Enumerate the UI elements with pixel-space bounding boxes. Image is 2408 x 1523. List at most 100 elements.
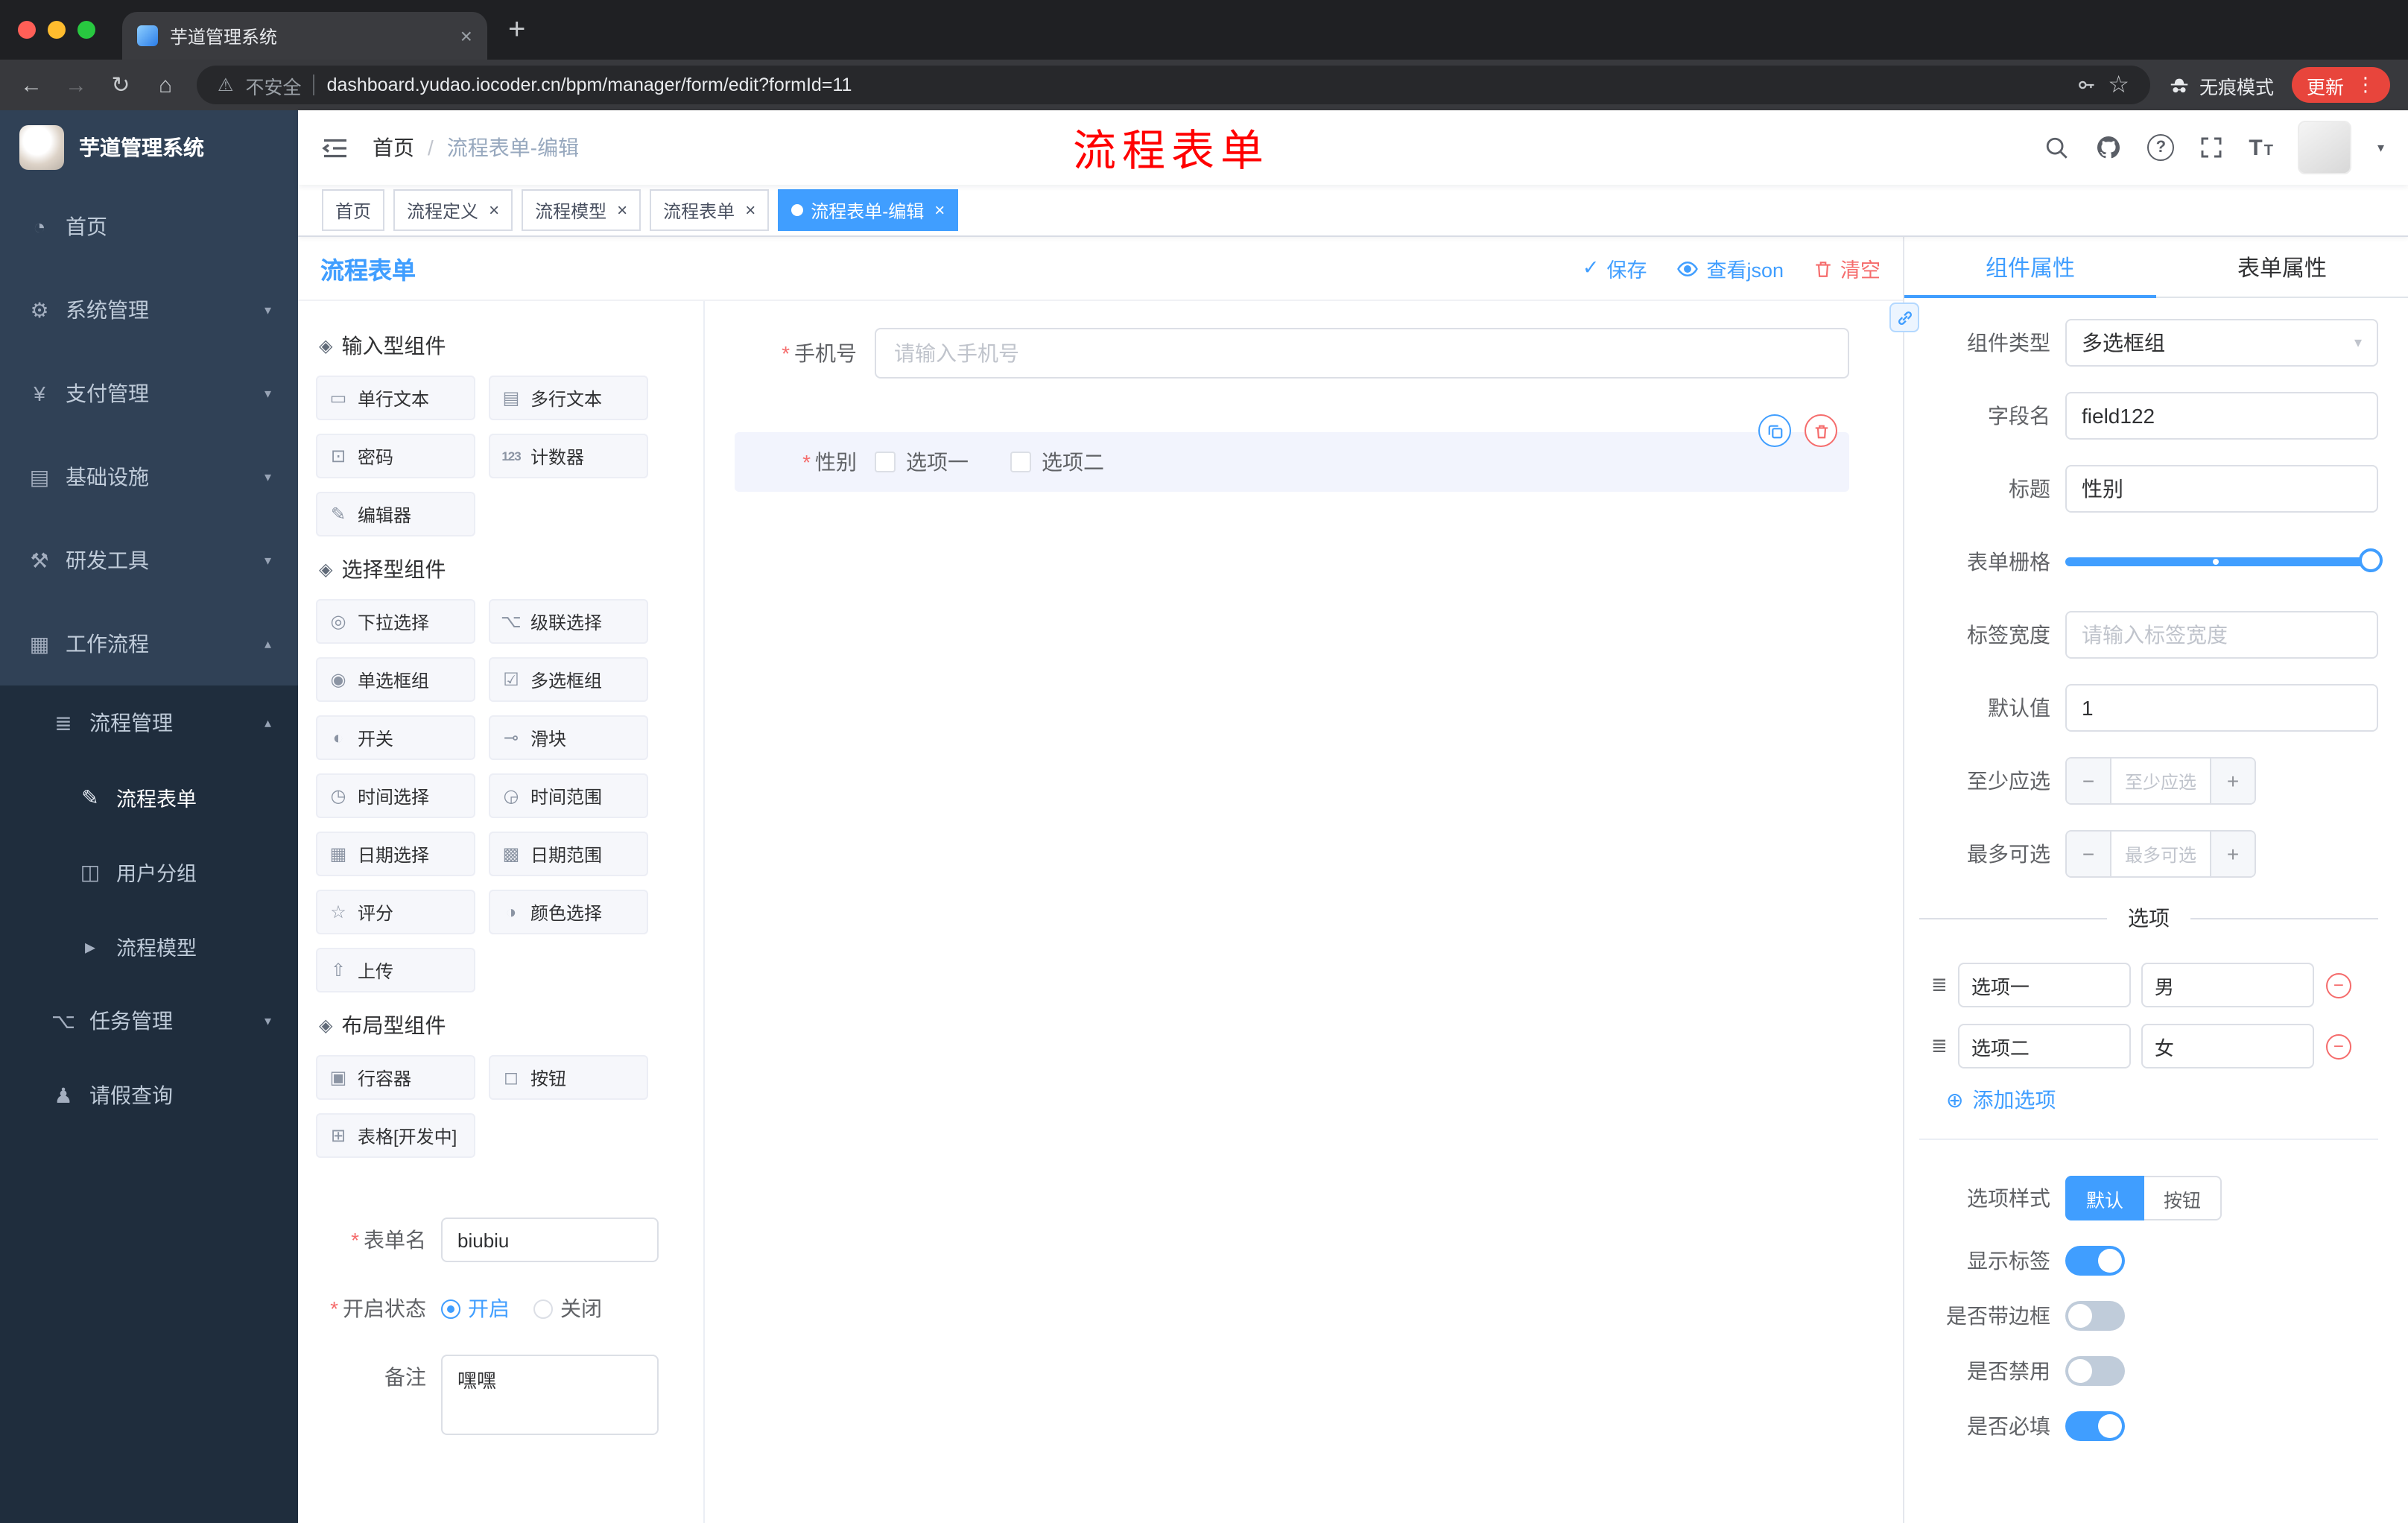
tag-process-form[interactable]: 流程表单 × <box>650 189 770 231</box>
default-value-input[interactable] <box>2065 684 2378 732</box>
remove-option-button[interactable]: − <box>2325 1033 2351 1059</box>
form-grid-slider[interactable] <box>2065 538 2383 586</box>
tag-close-icon[interactable]: × <box>489 201 499 219</box>
gender-field[interactable]: * 性别 选项一 选项二 <box>735 447 1849 477</box>
disabled-toggle[interactable] <box>2065 1356 2125 1386</box>
sidebar-item-process-management[interactable]: ≣ 流程管理 ▴ <box>0 685 298 760</box>
title-input[interactable] <box>2065 465 2378 513</box>
tag-close-icon[interactable]: × <box>617 201 627 219</box>
sidebar-item-infrastructure[interactable]: ▤ 基础设施 ▾ <box>0 435 298 519</box>
palette-item-single-line-text[interactable]: ▭ 单行文本 <box>316 376 475 420</box>
palette-item-rate[interactable]: ☆ 评分 <box>316 890 475 934</box>
gender-option1-checkbox[interactable]: 选项一 <box>875 447 969 477</box>
tab-component-props[interactable]: 组件属性 <box>1904 237 2156 298</box>
bookmark-star-icon[interactable]: ☆ <box>2108 70 2129 100</box>
tab-close-icon[interactable]: × <box>460 24 472 48</box>
palette-item-slider[interactable]: ⊸ 滑块 <box>489 715 648 760</box>
palette-item-time-picker[interactable]: ◷ 时间选择 <box>316 773 475 818</box>
add-option-button[interactable]: ⊕ 添加选项 <box>1946 1085 2378 1115</box>
style-default-button[interactable]: 默认 <box>2065 1176 2145 1220</box>
palette-item-multi-line-text[interactable]: ▤ 多行文本 <box>489 376 648 420</box>
home-icon[interactable]: ⌂ <box>152 72 179 98</box>
decrease-button[interactable]: − <box>2067 759 2111 803</box>
sidebar-item-task-management[interactable]: ⌥ 任务管理 ▾ <box>0 984 298 1058</box>
password-key-icon[interactable] <box>2075 75 2096 95</box>
palette-item-date-picker[interactable]: ▦ 日期选择 <box>316 832 475 876</box>
palette-item-counter[interactable]: 123 计数器 <box>489 434 648 478</box>
forward-icon[interactable]: → <box>63 72 89 98</box>
link-handle-button[interactable] <box>1889 303 1919 332</box>
view-json-button[interactable]: 查看json <box>1676 253 1784 283</box>
component-type-select[interactable]: 多选框组 ▾ <box>2065 319 2378 367</box>
palette-item-date-range[interactable]: ▩ 日期范围 <box>489 832 648 876</box>
increase-button[interactable]: + <box>2210 832 2255 876</box>
window-minimize-button[interactable] <box>48 21 66 39</box>
required-toggle[interactable] <box>2065 1411 2125 1441</box>
status-off-radio[interactable]: 关闭 <box>533 1294 602 1323</box>
gender-option2-checkbox[interactable]: 选项二 <box>1010 447 1104 477</box>
copy-widget-button[interactable] <box>1758 414 1791 447</box>
tag-home[interactable]: 首页 <box>322 189 385 231</box>
remove-option-button[interactable]: − <box>2325 972 2351 998</box>
palette-item-time-range[interactable]: ◶ 时间范围 <box>489 773 648 818</box>
option1-value-input[interactable] <box>2141 963 2314 1007</box>
palette-item-color-picker[interactable]: ◑ 颜色选择 <box>489 890 648 934</box>
phone-input[interactable] <box>875 328 1849 379</box>
field-name-input[interactable] <box>2065 392 2378 440</box>
sidebar-item-home[interactable]: ◔ 首页 <box>0 185 298 268</box>
slider-handle[interactable] <box>2359 548 2383 572</box>
github-icon[interactable] <box>2095 134 2122 161</box>
tag-process-form-edit[interactable]: 流程表单-编辑 × <box>778 189 959 231</box>
increase-button[interactable]: + <box>2210 759 2255 803</box>
help-icon[interactable]: ? <box>2147 134 2175 161</box>
option2-value-input[interactable] <box>2141 1024 2314 1068</box>
palette-item-select[interactable]: ◎ 下拉选择 <box>316 599 475 644</box>
save-button[interactable]: ✓ 保存 <box>1582 253 1647 283</box>
window-close-button[interactable] <box>18 21 36 39</box>
reload-icon[interactable]: ↻ <box>107 72 134 98</box>
sidebar-item-user-group[interactable]: ◫ 用户分组 <box>0 835 298 909</box>
avatar-dropdown[interactable] <box>2298 121 2352 174</box>
avatar-caret-icon[interactable]: ▾ <box>2377 139 2384 156</box>
sidebar-item-leave-query[interactable]: ♟ 请假查询 <box>0 1058 298 1133</box>
show-label-toggle[interactable] <box>2065 1246 2125 1276</box>
browser-tab[interactable]: 芋道管理系统 × <box>122 12 487 60</box>
form-name-input[interactable] <box>441 1218 659 1262</box>
palette-item-cascader[interactable]: ⌥ 级联选择 <box>489 599 648 644</box>
option2-label-input[interactable] <box>1957 1024 2131 1068</box>
browser-menu-icon[interactable]: ⋮ <box>2356 73 2375 97</box>
tag-process-model[interactable]: 流程模型 × <box>522 189 641 231</box>
drag-handle-icon[interactable]: ≣ <box>1931 973 1948 997</box>
sidebar-item-process-form[interactable]: ✎ 流程表单 <box>0 760 298 835</box>
app-logo[interactable]: 芋道管理系统 <box>0 110 298 185</box>
option1-label-input[interactable] <box>1957 963 2131 1007</box>
sidebar-item-workflow[interactable]: ▦ 工作流程 ▴ <box>0 602 298 685</box>
palette-item-password[interactable]: ⊡ 密码 <box>316 434 475 478</box>
tag-close-icon[interactable]: × <box>745 201 755 219</box>
window-maximize-button[interactable] <box>77 21 95 39</box>
border-toggle[interactable] <box>2065 1301 2125 1331</box>
drag-handle-icon[interactable]: ≣ <box>1931 1034 1948 1058</box>
form-remark-textarea[interactable]: 嘿嘿 <box>441 1355 659 1435</box>
palette-item-editor[interactable]: ✎ 编辑器 <box>316 492 475 536</box>
style-button-button[interactable]: 按钮 <box>2144 1176 2222 1220</box>
palette-item-switch[interactable]: ◐ 开关 <box>316 715 475 760</box>
palette-item-upload[interactable]: ⇧ 上传 <box>316 948 475 992</box>
decrease-button[interactable]: − <box>2067 832 2111 876</box>
palette-item-button[interactable]: ◻ 按钮 <box>489 1055 648 1100</box>
font-size-icon[interactable]: TT <box>2249 135 2273 160</box>
new-tab-button[interactable]: + <box>508 15 525 45</box>
status-on-radio[interactable]: 开启 <box>441 1294 510 1323</box>
tab-form-props[interactable]: 表单属性 <box>2156 237 2408 297</box>
max-select-value[interactable]: 最多可选 <box>2111 832 2210 876</box>
phone-field[interactable]: * 手机号 <box>735 328 1849 379</box>
delete-widget-button[interactable] <box>1805 414 1837 447</box>
search-icon[interactable] <box>2044 135 2070 160</box>
sidebar-item-process-model[interactable]: ▸ 流程模型 <box>0 909 298 984</box>
sidebar-item-devtools[interactable]: ⚒ 研发工具 ▾ <box>0 519 298 602</box>
palette-item-row-container[interactable]: ▣ 行容器 <box>316 1055 475 1100</box>
palette-item-radio-group[interactable]: ◉ 单选框组 <box>316 657 475 702</box>
palette-item-checkbox-group[interactable]: ☑ 多选框组 <box>489 657 648 702</box>
address-bar[interactable]: ⚠ 不安全 dashboard.yudao.iocoder.cn/bpm/man… <box>197 66 2150 104</box>
min-select-value[interactable]: 至少应选 <box>2111 759 2210 803</box>
